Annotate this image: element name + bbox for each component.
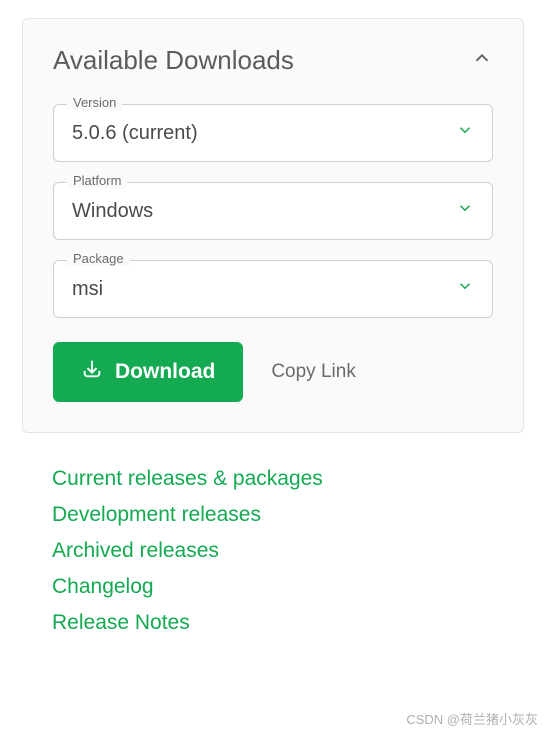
version-field-group: Version 5.0.6 (current) xyxy=(53,104,493,162)
platform-field-group: Platform Windows xyxy=(53,182,493,240)
copy-link[interactable]: Copy Link xyxy=(271,361,356,383)
platform-value: Windows xyxy=(72,200,153,223)
package-label: Package xyxy=(67,251,130,266)
panel-title: Available Downloads xyxy=(53,45,294,76)
link-current-releases[interactable]: Current releases & packages xyxy=(52,467,524,491)
download-button[interactable]: Download xyxy=(53,342,243,402)
package-value: msi xyxy=(72,278,103,301)
version-label: Version xyxy=(67,95,122,110)
chevron-up-icon[interactable] xyxy=(471,47,493,74)
watermark: CSDN @荷兰猪小灰灰 xyxy=(406,709,538,728)
link-changelog[interactable]: Changelog xyxy=(52,575,524,599)
download-icon xyxy=(81,358,103,386)
chevron-down-icon xyxy=(456,121,474,145)
action-row: Download Copy Link xyxy=(53,342,493,402)
download-label: Download xyxy=(115,360,215,384)
version-value: 5.0.6 (current) xyxy=(72,122,198,145)
links-section: Current releases & packages Development … xyxy=(52,467,524,635)
downloads-panel: Available Downloads Version 5.0.6 (curre… xyxy=(22,18,524,433)
package-field-group: Package msi xyxy=(53,260,493,318)
chevron-down-icon xyxy=(456,277,474,301)
version-select[interactable]: 5.0.6 (current) xyxy=(53,104,493,162)
platform-select[interactable]: Windows xyxy=(53,182,493,240)
package-select[interactable]: msi xyxy=(53,260,493,318)
panel-header: Available Downloads xyxy=(53,45,493,76)
link-development-releases[interactable]: Development releases xyxy=(52,503,524,527)
link-archived-releases[interactable]: Archived releases xyxy=(52,539,524,563)
link-release-notes[interactable]: Release Notes xyxy=(52,611,524,635)
chevron-down-icon xyxy=(456,199,474,223)
platform-label: Platform xyxy=(67,173,127,188)
